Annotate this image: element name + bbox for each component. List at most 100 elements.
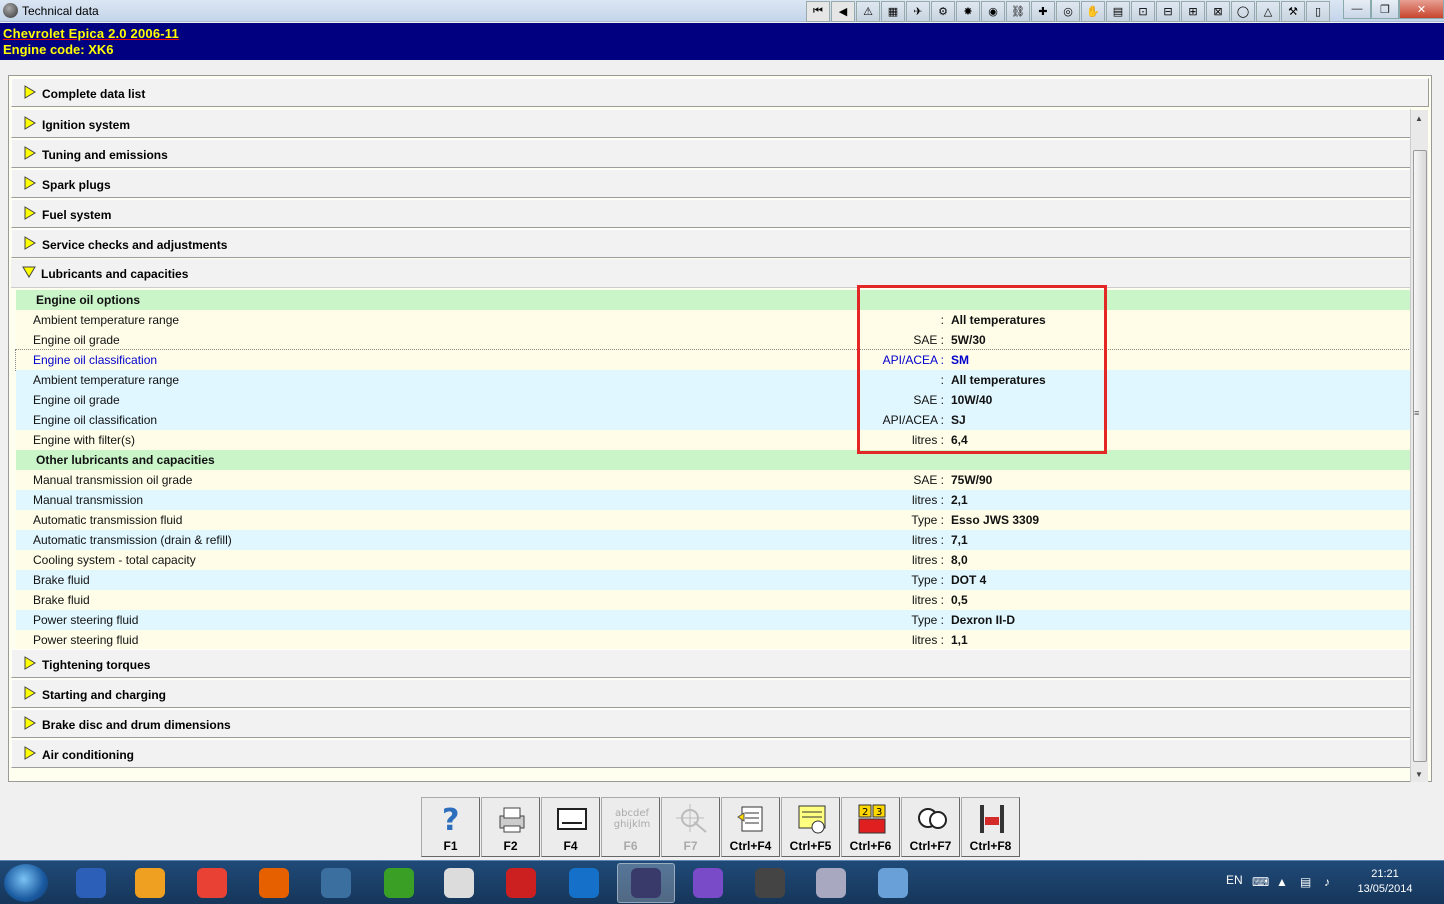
tools-icon[interactable]: ✸ xyxy=(956,1,980,22)
taskbar-app[interactable] xyxy=(121,863,179,903)
section-service-checks-and-adjustments[interactable]: Service checks and adjustments xyxy=(11,229,1411,258)
data-row[interactable]: Manual transmission litres : 2,1 xyxy=(16,490,1410,510)
taskbar-app[interactable] xyxy=(307,863,365,903)
row-unit: litres : xyxy=(911,553,944,567)
tool-icon[interactable]: ⚒ xyxy=(1281,1,1305,22)
taskbar-app[interactable] xyxy=(62,863,120,903)
data-row[interactable]: Manual transmission oil grade SAE : 75W/90 xyxy=(16,470,1410,490)
taskbar-app[interactable] xyxy=(370,863,428,903)
section-spark-plugs[interactable]: Spark plugs xyxy=(11,169,1411,198)
data-row[interactable]: Automatic transmission fluid Type : Esso J… xyxy=(16,510,1410,530)
data-row[interactable]: Engine oil classification API/ACEA : SM xyxy=(15,349,1411,371)
first-icon[interactable]: ⏮ xyxy=(806,1,830,22)
taskbar-app[interactable] xyxy=(183,863,241,903)
data-row[interactable]: Engine oil classification API/ACEA : SJ xyxy=(16,410,1410,430)
scroll-down-icon[interactable]: ▼ xyxy=(1415,770,1423,779)
app-icon xyxy=(3,3,18,18)
start-button[interactable] xyxy=(4,864,48,902)
volume-icon[interactable]: ♪ xyxy=(1324,875,1338,889)
row-value: All temperatures xyxy=(951,313,1046,327)
data-row[interactable]: Ambient temperature range: All temperatur… xyxy=(16,370,1410,390)
car-outline-icon[interactable]: ⊡ xyxy=(1131,1,1155,22)
flag-icon[interactable]: ▦ xyxy=(881,1,905,22)
data-row[interactable]: Engine oil grade SAE : 5W/30 xyxy=(16,330,1410,350)
fkey-ctrl-f7[interactable]: Ctrl+F7 xyxy=(901,797,960,857)
data-row[interactable]: Cooling system - total capacity litres : 8… xyxy=(16,550,1410,570)
data-row[interactable]: Power steering fluid Type : Dexron II-D xyxy=(16,610,1410,630)
row-unit: SAE : xyxy=(913,333,944,347)
taskbar-app[interactable] xyxy=(555,863,613,903)
fkey-ctrl-f6[interactable]: 2 3 Ctrl+F6 xyxy=(841,797,900,857)
taskbar-app[interactable] xyxy=(741,863,799,903)
warning-icon[interactable]: ⚠ xyxy=(856,1,880,22)
fkey-ctrl-f4[interactable]: Ctrl+F4 xyxy=(721,797,780,857)
gear-wheel-icon[interactable]: ⚙ xyxy=(931,1,955,22)
car-side-icon[interactable]: ⊞ xyxy=(1181,1,1205,22)
engine-icon[interactable]: ✚ xyxy=(1031,1,1055,22)
car-front-icon[interactable]: ⊟ xyxy=(1156,1,1180,22)
row-unit: Type : xyxy=(911,573,944,587)
bulb-icon[interactable]: ◯ xyxy=(1231,1,1255,22)
close-icon[interactable]: ✕ xyxy=(1399,0,1444,19)
row-unit: Type : xyxy=(911,613,944,627)
winamp-icon xyxy=(135,868,165,898)
section-complete-data-list[interactable]: Complete data list xyxy=(11,78,1429,107)
row-value: All temperatures xyxy=(951,373,1046,387)
section-brake-disc-and-drum-dimensions[interactable]: Brake disc and drum dimensions xyxy=(11,709,1411,738)
map-icon[interactable]: ✈ xyxy=(906,1,930,22)
scroll-up-icon[interactable]: ▲ xyxy=(1415,114,1423,123)
network-icon[interactable]: ▤ xyxy=(1300,875,1314,889)
data-row[interactable]: Power steering fluid litres : 1,1 xyxy=(16,630,1410,650)
section-air-conditioning[interactable]: Air conditioning xyxy=(11,739,1411,768)
fkey-ctrl-f8[interactable]: Ctrl+F8 xyxy=(961,797,1020,857)
vertical-scrollbar[interactable]: ▲ ≡ ▼ xyxy=(1410,110,1428,782)
row-name: Engine oil classification xyxy=(33,413,158,427)
gauge-icon[interactable]: ▯ xyxy=(1306,1,1330,22)
keyboard-icon[interactable]: ⌨ xyxy=(1252,875,1269,889)
section-tightening-torques[interactable]: Tightening torques xyxy=(11,649,1411,678)
disc-icon[interactable]: ◉ xyxy=(981,1,1005,22)
scroll-thumb[interactable] xyxy=(1413,150,1427,762)
hand-icon[interactable]: ✋ xyxy=(1081,1,1105,22)
section-ignition-system[interactable]: Ignition system xyxy=(11,109,1411,138)
fkey-ctrl-f5[interactable]: Ctrl+F5 xyxy=(781,797,840,857)
maximize-icon[interactable]: ❐ xyxy=(1371,0,1399,19)
tire-icon[interactable]: ◎ xyxy=(1056,1,1080,22)
data-row[interactable]: Ambient temperature range: All temperatur… xyxy=(16,310,1410,330)
data-row[interactable]: Brake fluid Type : DOT 4 xyxy=(16,570,1410,590)
data-row[interactable]: Engine with filter(s) litres : 6,4 xyxy=(16,430,1410,450)
fkey-f2[interactable]: F2 xyxy=(481,797,540,857)
section-starting-and-charging[interactable]: Starting and charging xyxy=(11,679,1411,708)
data-row[interactable]: Automatic transmission (drain & refill) l… xyxy=(16,530,1410,550)
taskbar-app[interactable] xyxy=(430,863,488,903)
fkey-f4[interactable]: F4 xyxy=(541,797,600,857)
prev-icon[interactable]: ◀ xyxy=(831,1,855,22)
window-controls: — ❐ ✕ xyxy=(1343,0,1444,19)
row-unit: litres : xyxy=(911,493,944,507)
warning-outline-icon[interactable]: △ xyxy=(1256,1,1280,22)
taskbar-app[interactable] xyxy=(864,863,922,903)
row-value: 10W/40 xyxy=(951,393,993,407)
taskbar-app[interactable] xyxy=(245,863,303,903)
taskbar-app[interactable] xyxy=(492,863,550,903)
language-indicator[interactable]: EN xyxy=(1226,873,1243,887)
row-value: SM xyxy=(951,353,969,367)
section-label: Starting and charging xyxy=(42,688,167,702)
taskbar-app[interactable] xyxy=(802,863,860,903)
expanded-section-header[interactable]: Lubricants and capacities xyxy=(11,259,1411,288)
lift-icon[interactable]: ⛓ xyxy=(1006,1,1030,22)
clock[interactable]: 21:21 13/05/2014 xyxy=(1340,867,1430,897)
taskbar-app[interactable] xyxy=(617,863,675,903)
section-tuning-and-emissions[interactable]: Tuning and emissions xyxy=(11,139,1411,168)
data-row[interactable]: Brake fluid litres : 0,5 xyxy=(16,590,1410,610)
row-name: Power steering fluid xyxy=(33,633,139,647)
minimize-icon[interactable]: — xyxy=(1343,0,1371,19)
row-value: 5W/30 xyxy=(951,333,986,347)
section-fuel-system[interactable]: Fuel system xyxy=(11,199,1411,228)
tray-expand-icon[interactable]: ▲ xyxy=(1276,875,1290,889)
fkey-f1[interactable]: ? F1 xyxy=(421,797,480,857)
taskbar-app[interactable] xyxy=(679,863,737,903)
car-rear-icon[interactable]: ⊠ xyxy=(1206,1,1230,22)
oil-can-icon[interactable]: ▤ xyxy=(1106,1,1130,22)
data-row[interactable]: Engine oil grade SAE : 10W/40 xyxy=(16,390,1410,410)
